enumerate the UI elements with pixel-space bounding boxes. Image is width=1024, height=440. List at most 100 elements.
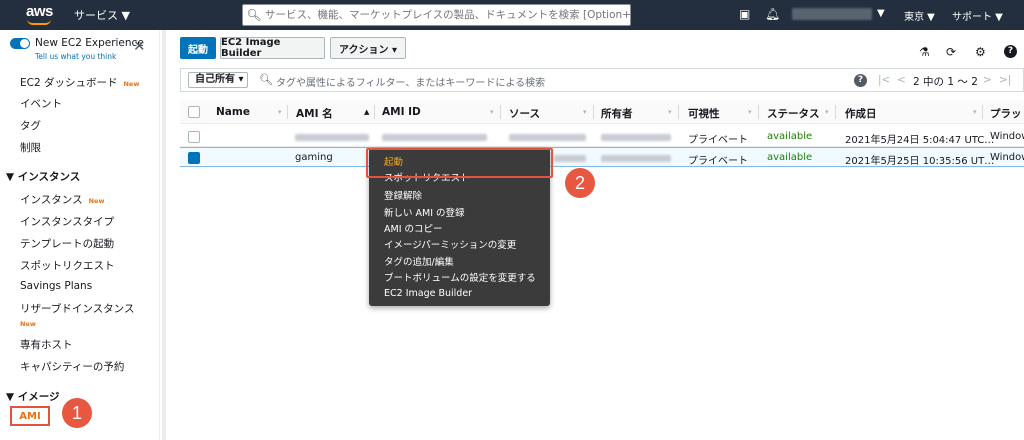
filter-search-input[interactable]: タグや属性によるフィルター、またはキーワードによる検索 [276, 74, 545, 89]
sidebar-item-launch-templates[interactable]: テンプレートの起動 [20, 236, 114, 251]
redacted-ami-id [382, 134, 487, 141]
sidebar-item-dashboard[interactable]: EC2 ダッシュボード New [20, 75, 139, 90]
sidebar-item-capacity-reservations[interactable]: キャパシティーの予約 [20, 359, 124, 374]
sort-icon[interactable]: ▾ [973, 108, 977, 116]
column-divider [678, 105, 679, 119]
column-divider [374, 105, 375, 119]
new-badge: New [123, 80, 140, 88]
sort-icon[interactable]: ▾ [583, 108, 587, 116]
sort-asc-icon[interactable]: ▲ [364, 108, 369, 116]
sidebar-item-dedicated-hosts[interactable]: 専有ホスト [20, 337, 73, 352]
sidebar-item-spot-requests[interactable]: スポットリクエスト [20, 258, 115, 273]
gear-icon[interactable]: ⚙ [975, 45, 986, 59]
sidebar-scrollbar[interactable] [162, 30, 166, 440]
support-menu[interactable]: サポート ▼ [952, 8, 1003, 23]
row-platform: Window [990, 131, 1024, 142]
launch-highlight-box [366, 148, 553, 178]
sidebar-item-reserved-instances[interactable]: リザーブドインスタンス [20, 301, 134, 316]
owner-filter-select[interactable]: 自己所有 ▾ [188, 72, 248, 88]
column-header-name[interactable]: Name [216, 106, 250, 118]
sidebar-item-label: インスタンス [20, 194, 83, 206]
column-header-owner[interactable]: 所有者 [601, 106, 633, 121]
help-icon[interactable]: ? [854, 74, 867, 87]
sidebar-section-images[interactable]: ▼ イメージ [6, 389, 60, 404]
column-header-ami-name[interactable]: AMI 名 [296, 106, 333, 121]
menu-item-deregister[interactable]: 登録解除 [384, 188, 422, 202]
table-row[interactable]: プライベート available 2021年5月24日 5:04:47 UTC…… [180, 127, 1024, 147]
sidebar-item-savings-plans[interactable]: Savings Plans [20, 280, 92, 292]
column-divider [593, 105, 594, 119]
account-menu[interactable] [792, 8, 872, 20]
table-header: Name ▾ AMI 名 ▲ AMI ID ▾ ソース ▾ 所有者 ▾ 可視性 … [180, 100, 1024, 124]
column-header-platform[interactable]: プラッ [990, 106, 1022, 121]
sort-icon[interactable]: ▾ [278, 108, 282, 116]
region-menu[interactable]: 東京 ▼ [904, 8, 935, 23]
column-divider [758, 105, 759, 119]
last-page-icon[interactable]: >| [999, 74, 1011, 86]
actions-button[interactable]: アクション ▾ [330, 37, 406, 59]
row-ami-name: gaming [295, 152, 333, 163]
sidebar-item-tags[interactable]: タグ [20, 118, 41, 133]
step-1-badge: 1 [62, 398, 92, 428]
sort-icon[interactable]: ▾ [748, 108, 752, 116]
column-header-created[interactable]: 作成日 [845, 106, 877, 121]
sidebar-item-label: EC2 ダッシュボード [20, 77, 118, 89]
top-nav-bar: aws サービス ▼ 🔍︎ ▣ 🔔︎ ▼ 東京 ▼ サポート ▼ [0, 0, 1024, 30]
menu-item-register-new-ami[interactable]: 新しい AMI の登録 [384, 205, 465, 219]
sidebar-item-limits[interactable]: 制限 [20, 140, 41, 155]
sidebar-item-instance-types[interactable]: インスタンスタイプ [20, 214, 114, 229]
services-menu[interactable]: サービス ▼ [74, 7, 130, 23]
sort-icon[interactable]: ▾ [825, 108, 829, 116]
filter-bar: 自己所有 ▾ 🔍︎ タグや属性によるフィルター、またはキーワードによる検索 ? … [180, 68, 1024, 92]
row-checkbox[interactable] [188, 152, 200, 164]
menu-item-copy-ami[interactable]: AMI のコピー [384, 221, 443, 235]
global-search-input[interactable] [265, 9, 630, 21]
menu-item-edit-tags[interactable]: タグの追加/編集 [384, 254, 454, 268]
sidebar-section-instances[interactable]: ▼ インスタンス [6, 169, 80, 184]
pagination-text: 2 中の 1 〜 2 [913, 76, 978, 88]
row-checkbox[interactable] [188, 131, 200, 143]
new-experience-title: New EC2 Experience [35, 37, 144, 49]
menu-item-boot-volume-settings[interactable]: ブートボリュームの設定を変更する [384, 270, 536, 284]
feedback-link[interactable]: Tell us what you think [35, 52, 116, 61]
aws-logo-text: aws [26, 3, 53, 20]
menu-item-image-builder[interactable]: EC2 Image Builder [384, 288, 472, 299]
close-icon[interactable]: ✕ [133, 39, 146, 54]
flask-icon[interactable]: ⚗ [919, 45, 930, 59]
new-experience-toggle[interactable] [10, 38, 30, 49]
sidebar-item-events[interactable]: イベント [20, 96, 62, 111]
redacted-source [554, 155, 586, 162]
column-header-status[interactable]: ステータス [767, 106, 820, 121]
table-row-selected[interactable]: gaming プライベート available 2021年5月25日 10:35… [180, 147, 1024, 167]
next-page-icon[interactable]: > [983, 74, 992, 86]
search-icon: 🔍︎ [259, 73, 273, 86]
image-builder-button[interactable]: EC2 Image Builder [220, 37, 325, 59]
sort-icon[interactable]: ▾ [490, 108, 494, 116]
sidebar-item-instances[interactable]: インスタンス New [20, 192, 104, 207]
cloudshell-icon[interactable]: ▣ [739, 7, 750, 21]
new-badge: New [88, 197, 105, 205]
column-header-visibility[interactable]: 可視性 [688, 106, 720, 121]
menu-item-modify-permissions[interactable]: イメージパーミッションの変更 [384, 237, 516, 251]
help-icon[interactable]: ? [1004, 45, 1017, 58]
global-search[interactable]: 🔍︎ [242, 4, 631, 26]
first-page-icon[interactable]: |< [878, 74, 890, 86]
account-chevron-icon[interactable]: ▼ [877, 8, 885, 19]
sort-icon[interactable]: ▾ [668, 108, 672, 116]
row-created: 2021年5月25日 10:35:56 UT… [845, 156, 995, 167]
column-header-ami-id[interactable]: AMI ID [382, 106, 421, 118]
new-badge: New [20, 320, 36, 328]
launch-button[interactable]: 起動 [180, 37, 216, 59]
aws-logo[interactable]: aws [26, 3, 56, 27]
column-header-source[interactable]: ソース [509, 106, 540, 121]
aws-smile-icon [27, 19, 51, 25]
row-visibility: プライベート [688, 156, 748, 167]
prev-page-icon[interactable]: < [897, 74, 906, 86]
sidebar-item-ami[interactable]: AMI [10, 406, 50, 426]
redacted-owner [601, 155, 671, 162]
select-all-checkbox[interactable] [188, 106, 200, 118]
row-platform: Window [990, 152, 1024, 163]
bell-icon[interactable]: 🔔︎ [765, 7, 780, 21]
step-2-badge: 2 [565, 168, 595, 198]
refresh-icon[interactable]: ⟳ [946, 45, 956, 59]
